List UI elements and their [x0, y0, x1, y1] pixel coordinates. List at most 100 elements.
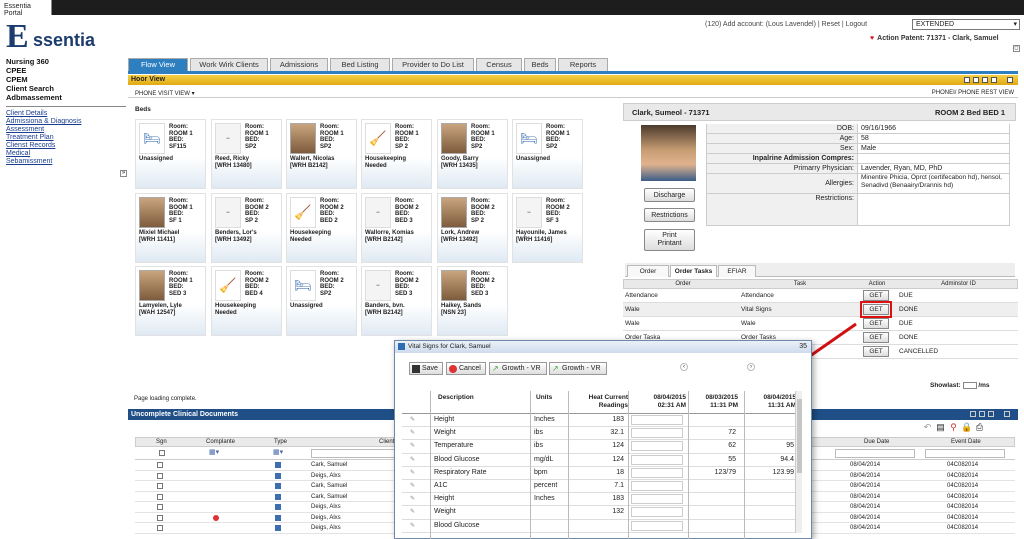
- bed-card[interactable]: Room: ROOM 1 BED: SED 3 Lamyelen, Lyle [WAH 1…: [135, 266, 206, 336]
- minimize-icon[interactable]: [973, 77, 979, 83]
- bed-card[interactable]: 🛏 Room: ROOM 2 BED: SP2 Unassigred: [286, 266, 357, 336]
- discharge-button[interactable]: Discharge: [644, 188, 695, 202]
- bed-card[interactable]: •• Room: BOOM 2 BED: BED 3 Wallorre, Komias [W…: [361, 193, 432, 263]
- bed-card[interactable]: •• Room: BOOM 2 BED: SED 3 Banders, bvn. [WRH …: [361, 266, 432, 336]
- vital-reading-3[interactable]: 95: [742, 440, 794, 452]
- nav-link-client-details[interactable]: Client Details: [6, 110, 126, 118]
- due-date-filter-input[interactable]: [835, 449, 915, 458]
- bed-card[interactable]: •• Room: ROOM 1 BED: SP2 Reed, Ricky [WRH 1348…: [211, 119, 282, 189]
- get-button[interactable]: GET: [863, 346, 889, 357]
- nav-title-adbmassement[interactable]: Adbmassement: [6, 93, 126, 102]
- bed-card[interactable]: •• Room: BOOM 2 BED: SP 2 Benders, Lor's [WRH …: [211, 193, 282, 263]
- restore-icon[interactable]: [970, 411, 976, 417]
- bed-card[interactable]: 🛏 Room: ROOM 1 BED: SP2 Unassigned: [512, 119, 583, 189]
- view-mode-select[interactable]: EXTENDED ▾: [912, 19, 1020, 30]
- tab-census[interactable]: Census: [476, 58, 522, 71]
- scrollbar-thumb[interactable]: [797, 399, 802, 473]
- growth-vr-button-2[interactable]: ↗ Growth - VR: [549, 362, 607, 375]
- type-filter-icon[interactable]: ▦▾: [273, 448, 283, 456]
- reading-input-1[interactable]: [631, 454, 683, 465]
- phone-rest-view[interactable]: PHONEI/ PHONE REST VIEW: [932, 90, 1014, 96]
- vital-scrollbar[interactable]: [795, 391, 802, 533]
- vital-reading-3[interactable]: 94.4: [742, 454, 794, 466]
- client-filter-input[interactable]: [311, 449, 401, 458]
- bed-card[interactable]: Room: BOOM 1 BED: SF 1 Mixiel Michael [WRH 11…: [135, 193, 206, 263]
- tab-flow-view[interactable]: Flow View: [128, 58, 188, 71]
- close-icon[interactable]: [1004, 411, 1010, 417]
- tab-admissions[interactable]: Admissions: [270, 58, 328, 71]
- tab-work-clients[interactable]: Work Wirk Clients: [190, 58, 268, 71]
- nav-link-records[interactable]: Clienst Records: [6, 142, 126, 150]
- reading-input-1[interactable]: [631, 415, 683, 425]
- cancel-button[interactable]: Cancel: [446, 362, 486, 375]
- vital-reading-3[interactable]: 123.99: [742, 467, 794, 479]
- bed-card[interactable]: Room: ROOM 1 BED: SP2 Wallert, Nicolas [WRH B…: [286, 119, 357, 189]
- reading-input-1[interactable]: [631, 428, 683, 439]
- print-printant-button[interactable]: Print Printant: [644, 229, 695, 251]
- edit-pencil-icon[interactable]: ✎: [410, 414, 415, 426]
- close-icon[interactable]: [1007, 77, 1013, 83]
- edit-pencil-icon[interactable]: ✎: [410, 427, 415, 439]
- tab-order-tasks[interactable]: Order Tasks: [670, 265, 717, 277]
- tab-bed-listing[interactable]: Bed Listing: [330, 58, 390, 71]
- select-all-checkbox[interactable]: [159, 450, 165, 456]
- edit-pencil-icon[interactable]: ✎: [410, 454, 415, 466]
- bed-card[interactable]: Room: BOOM 2 BED: SP 2 Lork, Andrew [WRH 1349…: [437, 193, 508, 263]
- bed-card[interactable]: 🧹 Room: ROOM 2 BED: BED 4 Housekeeping Needed: [211, 266, 282, 336]
- nav-link-admission[interactable]: Admissiona & Diagnosis: [6, 118, 126, 126]
- maximize-icon[interactable]: [988, 411, 994, 417]
- edit-pencil-icon[interactable]: ✎: [410, 440, 415, 452]
- restore-icon[interactable]: [964, 77, 970, 83]
- restrictions-button[interactable]: Restrictions: [644, 208, 695, 222]
- close-icon[interactable]: 35: [799, 341, 807, 353]
- reading-input-1[interactable]: [631, 480, 683, 491]
- vital-reading-2[interactable]: 55: [686, 454, 736, 466]
- nav-link-assessment[interactable]: Assessment: [6, 126, 126, 134]
- bed-card[interactable]: 🛏 Room: ROOM 1 BED: SF115 Unassigned: [135, 119, 206, 189]
- expand-icon[interactable]: ◻: [1013, 45, 1020, 52]
- bed-card[interactable]: 🧹 Room: ROOM 2 BED: BED 2 Housekeeping Needed: [286, 193, 357, 263]
- vital-reading-2[interactable]: 123/79: [686, 467, 736, 479]
- collapse-left-icon[interactable]: »: [120, 170, 127, 177]
- edit-pencil-icon[interactable]: ✎: [410, 467, 415, 479]
- complante-filter-icon[interactable]: ▦▾: [209, 448, 219, 456]
- tab-order[interactable]: Order: [627, 265, 669, 277]
- bed-card[interactable]: •• Room: ROOM 2 BED: SF 3 Hayounile, James [WR…: [512, 193, 583, 263]
- minimize-icon[interactable]: [979, 411, 985, 417]
- nav-title-cpee[interactable]: CPEE: [6, 66, 126, 75]
- print-icon[interactable]: ⎙: [974, 422, 985, 433]
- bed-card[interactable]: Room: ROOM 2 BED: SED 3 Haikey, Sands [NSN 23…: [437, 266, 508, 336]
- tab-beds[interactable]: Beds: [524, 58, 556, 71]
- reading-input-1[interactable]: [631, 467, 683, 478]
- edit-pencil-icon[interactable]: ✎: [410, 480, 415, 492]
- get-button[interactable]: GET: [863, 332, 889, 343]
- save-button[interactable]: Save: [409, 362, 443, 375]
- reading-input-1[interactable]: [631, 494, 683, 505]
- filter-icon[interactable]: ⚲: [948, 422, 959, 433]
- bed-card[interactable]: Room: ROOM 1 BED: SP2 Goody, Barry [WRH 13435…: [437, 119, 508, 189]
- showlast-input[interactable]: [962, 382, 977, 389]
- tab-reports[interactable]: Reports: [558, 58, 608, 71]
- browser-tab[interactable]: Essentia Portal: [0, 0, 52, 17]
- vital-reading-2[interactable]: 62: [686, 440, 736, 452]
- nav-link-sebamissment[interactable]: Sebamissment: [6, 158, 126, 166]
- tab-provider-todo[interactable]: Provider to Do List: [392, 58, 474, 71]
- reading-input-1[interactable]: [631, 441, 683, 452]
- event-date-filter-input[interactable]: [925, 449, 1005, 458]
- reading-input-1[interactable]: [631, 507, 683, 518]
- undo-icon[interactable]: ↶: [922, 422, 933, 433]
- edit-pencil-icon[interactable]: ✎: [410, 506, 415, 518]
- phone-visit-view-dropdown[interactable]: PHONE VISIT VIEW ▾: [135, 90, 195, 97]
- nav-title-nursing[interactable]: Nursing 360: [6, 57, 126, 66]
- next-arrow-icon[interactable]: ›: [747, 363, 755, 371]
- edit-pencil-icon[interactable]: ✎: [410, 520, 415, 532]
- bed-card[interactable]: 🧹 Room: ROOM 1 BED: SP 2 Housekeeping Needed: [361, 119, 432, 189]
- prev-arrow-icon[interactable]: ‹: [680, 363, 688, 371]
- reading-input-1[interactable]: [631, 520, 683, 531]
- nav-title-client-search[interactable]: Client Search: [6, 84, 126, 93]
- get-button[interactable]: GET: [863, 290, 889, 301]
- document-icon[interactable]: ▤: [935, 422, 946, 433]
- nav-link-treatment[interactable]: Treatment Plan: [6, 134, 126, 142]
- tab-efiar[interactable]: EFIAR: [718, 265, 756, 277]
- get-button[interactable]: GET: [863, 318, 889, 329]
